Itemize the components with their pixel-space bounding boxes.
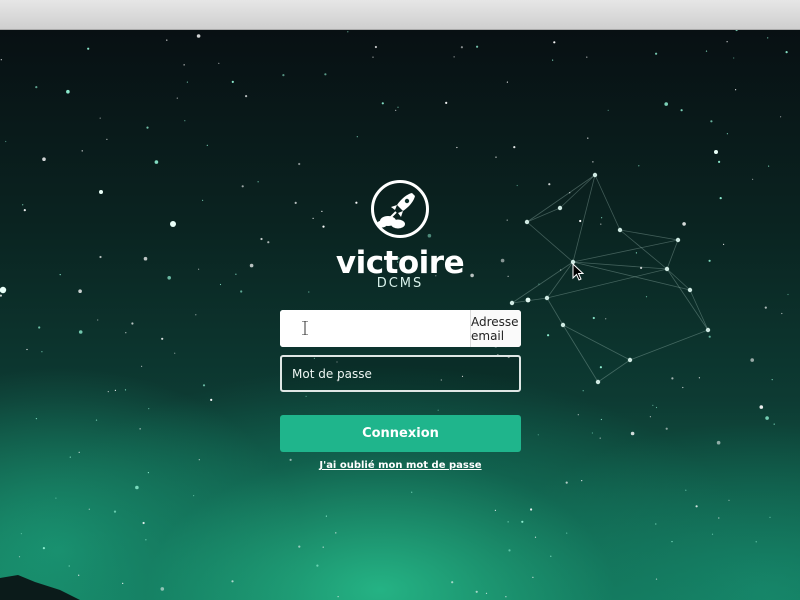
brand-logo: victoire DCMS (300, 180, 500, 291)
password-field[interactable] (280, 355, 521, 392)
mouse-pointer-icon (572, 263, 584, 281)
forgot-password-link[interactable]: J'ai oublié mon mot de passe (280, 460, 521, 471)
brand-name: victoire (335, 245, 465, 281)
email-addon-label: Adresse email (470, 310, 521, 347)
mountain-silhouette (0, 575, 80, 600)
email-input[interactable] (280, 310, 470, 347)
login-button[interactable]: Connexion (280, 415, 521, 452)
login-background: victoire DCMS Adresse email Connexion J'… (0, 30, 800, 600)
email-input-group: Adresse email (280, 310, 521, 347)
brand-subtitle: DCMS (376, 276, 424, 291)
text-cursor-icon (302, 321, 308, 335)
rocket-icon (371, 180, 429, 238)
browser-top-bar (0, 0, 800, 30)
